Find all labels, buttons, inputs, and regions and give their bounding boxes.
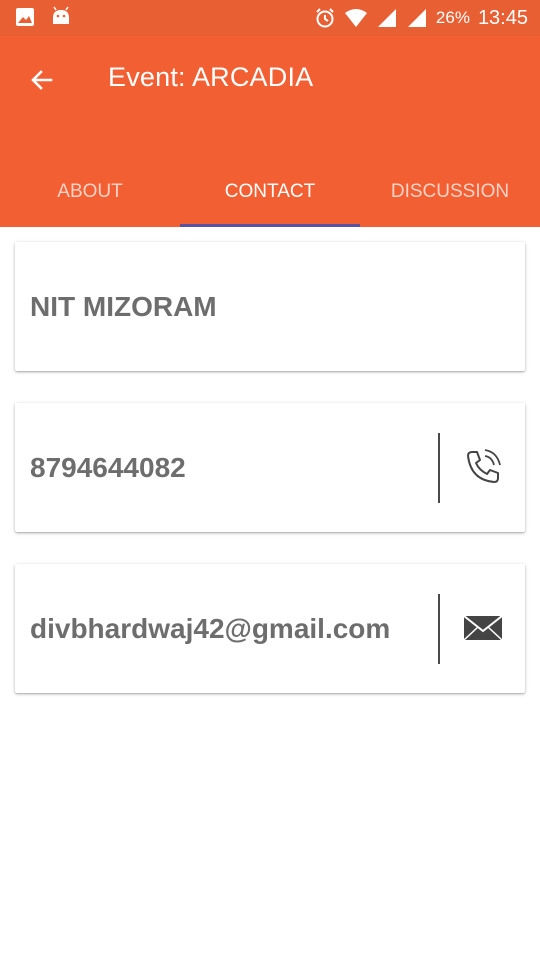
- battery-percent: 26%: [435, 8, 470, 27]
- status-icons-right: 26% 13:45: [314, 0, 528, 36]
- organization-card: NIT MIZORAM: [15, 242, 525, 371]
- email-address: divbhardwaj42@gmail.com: [30, 612, 391, 644]
- alarm-icon: [314, 7, 336, 29]
- call-button[interactable]: [455, 431, 511, 503]
- tab-discussion-label: DISCUSSION: [390, 180, 510, 202]
- tab-discussion[interactable]: DISCUSSION: [360, 156, 540, 227]
- signal-icon-2: [406, 7, 428, 29]
- page-title: Event: ARCADIA: [108, 62, 314, 92]
- back-button[interactable]: [20, 58, 64, 102]
- tab-about[interactable]: ABOUT: [0, 156, 180, 227]
- tab-about-label: ABOUT: [57, 180, 123, 202]
- tab-bar: ABOUT CONTACT DISCUSSION: [0, 156, 540, 227]
- status-icons-left: [14, 6, 72, 28]
- tab-contact-label: CONTACT: [224, 180, 316, 202]
- email-button[interactable]: [455, 592, 511, 664]
- image-icon: [14, 6, 36, 28]
- status-bar: 26% 13:45: [0, 0, 540, 36]
- arrow-back-icon: [29, 67, 55, 93]
- wifi-icon: [344, 7, 368, 29]
- tab-contact[interactable]: CONTACT: [180, 156, 360, 227]
- phone-icon: [463, 447, 503, 487]
- android-icon: [50, 6, 72, 28]
- divider: [438, 433, 440, 503]
- phone-card: 8794644082: [15, 403, 525, 532]
- app-bar: Event: ARCADIA ABOUT CONTACT DISCUSSION: [0, 36, 540, 227]
- phone-number: 8794644082: [30, 451, 186, 483]
- divider: [438, 594, 440, 664]
- mail-icon: [463, 613, 503, 643]
- clock-time: 13:45: [477, 6, 528, 29]
- organization-name: NIT MIZORAM: [30, 290, 217, 322]
- signal-icon: [376, 7, 398, 29]
- email-card: divbhardwaj42@gmail.com: [15, 564, 525, 693]
